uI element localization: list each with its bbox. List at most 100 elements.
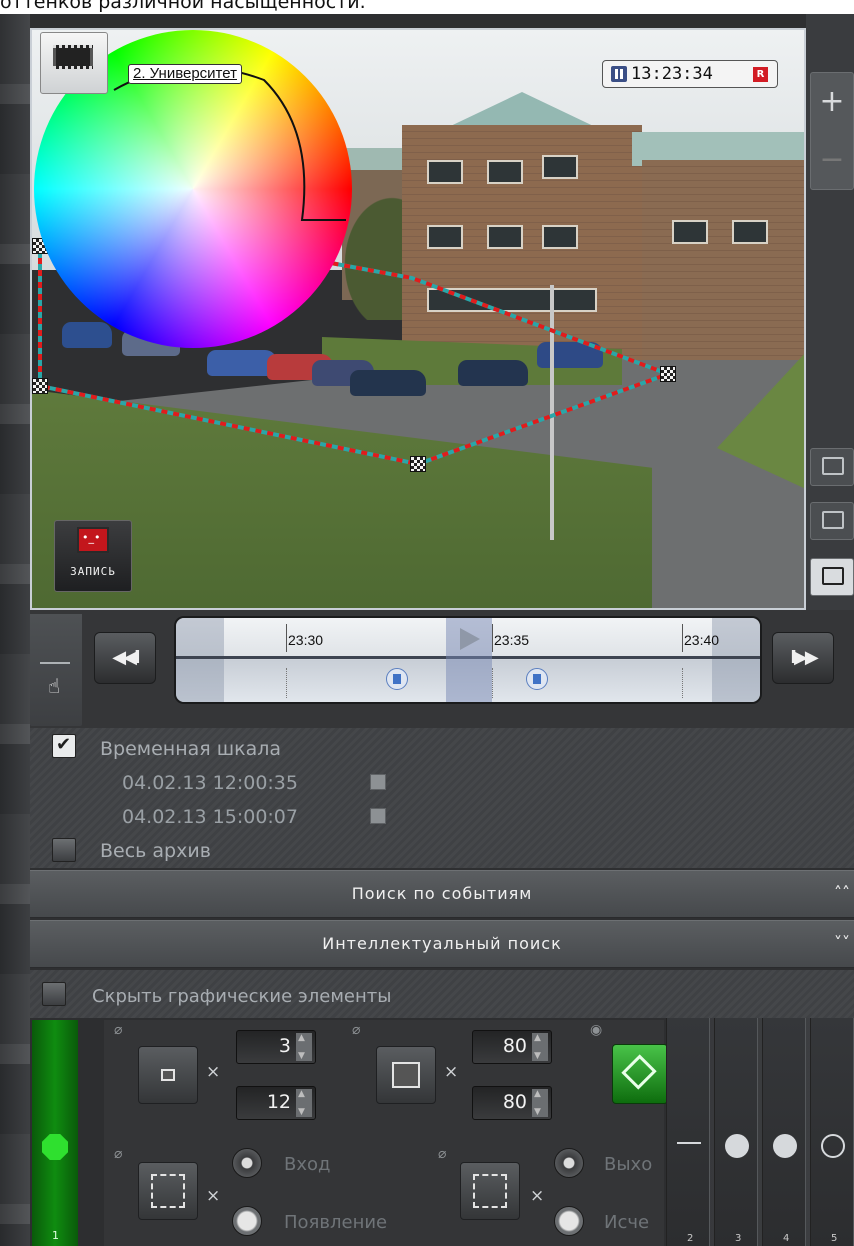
timeline-checkbox[interactable]	[52, 734, 76, 758]
event-search-title: Поиск по событиям	[351, 884, 533, 903]
visibility-button[interactable]	[810, 558, 854, 596]
zone-tab-number: 1	[52, 1229, 59, 1242]
smart-search-title: Интеллектуальный поиск	[322, 934, 562, 953]
event-marker[interactable]	[386, 668, 408, 690]
small-square-icon	[161, 1069, 175, 1081]
eye-off-icon[interactable]: ⌀	[352, 1022, 360, 1038]
zone-tab-1[interactable]: 1	[32, 1020, 78, 1246]
date-to[interactable]: 04.02.13 15:00:07	[122, 806, 298, 828]
detector-tab-4[interactable]: 4	[762, 1018, 806, 1246]
zone-octagon-icon	[821, 1134, 845, 1158]
all-archive-checkbox[interactable]	[52, 838, 76, 862]
eye-off-icon[interactable]: ⌀	[114, 1022, 122, 1038]
person-exit-icon	[473, 1174, 507, 1208]
zone-icon	[42, 1134, 68, 1160]
max-height-value: 80	[502, 1091, 527, 1113]
disappear-radio[interactable]	[554, 1206, 584, 1236]
times-sign: ×	[444, 1062, 459, 1082]
exit-radio[interactable]	[554, 1148, 584, 1178]
tape-icon	[77, 527, 109, 553]
archive-view-button[interactable]	[810, 502, 854, 540]
hide-graphics-label: Скрыть графические элементы	[92, 986, 392, 1007]
hide-graphics-checkbox[interactable]	[42, 982, 66, 1006]
zoom-out-button[interactable]: −	[811, 131, 853, 189]
max-width-value: 80	[502, 1035, 527, 1057]
record-button-label: ЗАПИСЬ	[70, 565, 116, 578]
spinner-arrows[interactable]	[532, 1033, 548, 1061]
date-from[interactable]: 04.02.13 12:00:35	[122, 772, 298, 794]
zoom-controls: + −	[810, 72, 854, 190]
min-height-value: 12	[266, 1091, 291, 1113]
tab-number: 5	[831, 1233, 838, 1244]
camera-video-view[interactable]: 2. Университет 13:23:34 R ЗАПИСЬ	[30, 28, 806, 610]
prev-event-button[interactable]: ◀◀I	[94, 632, 156, 684]
min-size-button[interactable]	[138, 1046, 198, 1104]
all-archive-label: Весь архив	[100, 840, 211, 862]
left-background-strip	[0, 14, 30, 1246]
timeline-scrubber[interactable]: 23:30 23:35 23:40	[174, 616, 762, 704]
smart-search-header[interactable]: Интеллектуальный поиск ˅˅	[30, 920, 854, 968]
min-width-value: 3	[278, 1035, 291, 1057]
color-fill-button[interactable]	[612, 1044, 668, 1104]
calendar-icon[interactable]	[370, 808, 386, 824]
tape-icon	[822, 511, 844, 529]
event-marker[interactable]	[526, 668, 548, 690]
min-width-spinner[interactable]: 3	[236, 1030, 316, 1064]
tab-number: 2	[687, 1233, 694, 1244]
next-event-button[interactable]: I▶▶	[772, 632, 834, 684]
camera-label: 2. Университет	[128, 64, 242, 84]
hand-icon: ☝	[48, 674, 61, 698]
times-sign: ×	[530, 1186, 545, 1206]
exit-zone-button[interactable]	[460, 1162, 520, 1220]
calendar-icon[interactable]	[370, 774, 386, 790]
eye-icon[interactable]: ◉	[590, 1022, 602, 1038]
max-height-spinner[interactable]: 80	[472, 1086, 552, 1120]
record-button[interactable]: ЗАПИСЬ	[54, 520, 132, 592]
monitor-mode-button[interactable]	[810, 448, 854, 486]
eye-off-icon[interactable]: ⌀	[114, 1146, 122, 1162]
clock-icon	[725, 1134, 749, 1158]
zone-handle[interactable]	[32, 378, 48, 394]
zone-handle[interactable]	[660, 366, 676, 382]
timeline-scale-tool[interactable]: ☝	[30, 614, 82, 726]
exit-label: Выхо	[604, 1154, 653, 1175]
min-height-spinner[interactable]: 12	[236, 1086, 316, 1120]
playback-time-box: 13:23:34 R	[602, 60, 778, 88]
chevron-up-icon: ˄˄	[834, 883, 850, 902]
max-size-button[interactable]	[376, 1046, 436, 1104]
zoom-in-button[interactable]: +	[811, 73, 853, 131]
line-cross-icon	[677, 1142, 701, 1144]
monitor-icon	[822, 457, 844, 475]
archive-mode-button[interactable]	[40, 32, 108, 94]
caption-text: оттенков различной насыщенности.	[0, 0, 366, 13]
enter-radio[interactable]	[232, 1148, 262, 1178]
appear-radio[interactable]	[232, 1206, 262, 1236]
timeline-tick-label: 23:30	[288, 632, 324, 648]
detector-tab-3[interactable]: 3	[714, 1018, 758, 1246]
timeline-tick-label: 23:35	[494, 632, 530, 648]
disappear-label: Исче	[604, 1212, 650, 1233]
large-square-icon	[392, 1062, 420, 1088]
appear-label: Появление	[284, 1212, 388, 1233]
eye-icon	[822, 567, 844, 585]
eye-off-icon[interactable]: ⌀	[438, 1146, 446, 1162]
zone-handle[interactable]	[410, 456, 426, 472]
event-search-header[interactable]: Поиск по событиям ˄˄	[30, 870, 854, 918]
chevron-down-icon: ˅˅	[834, 933, 850, 952]
ruler-icon	[40, 654, 70, 664]
pause-icon[interactable]	[611, 66, 627, 82]
play-icon[interactable]	[460, 628, 480, 650]
enter-label: Вход	[284, 1154, 331, 1175]
detector-tab-5[interactable]: 5	[810, 1018, 854, 1246]
tab-number: 4	[783, 1233, 790, 1244]
recording-badge: R	[753, 67, 768, 82]
spinner-arrows[interactable]	[296, 1033, 312, 1061]
timeline-tick-label: 23:40	[684, 632, 720, 648]
max-width-spinner[interactable]: 80	[472, 1030, 552, 1064]
paint-bucket-icon	[621, 1054, 657, 1090]
enter-zone-button[interactable]	[138, 1162, 198, 1220]
spinner-arrows[interactable]	[532, 1089, 548, 1117]
person-enter-icon	[151, 1174, 185, 1208]
detector-tab-2[interactable]: 2	[666, 1018, 710, 1246]
spinner-arrows[interactable]	[296, 1089, 312, 1117]
